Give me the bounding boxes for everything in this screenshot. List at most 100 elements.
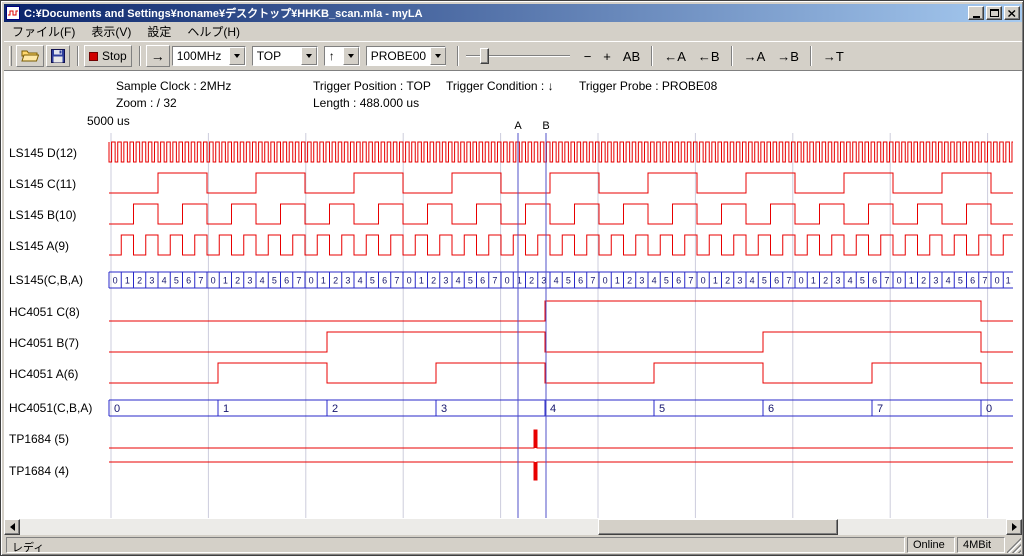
bus-value: 1	[125, 276, 130, 286]
bus-value: 1	[713, 276, 718, 286]
trigger-position-select[interactable]: TOP	[252, 46, 318, 66]
trigger-probe-value: PROBE00	[367, 49, 430, 63]
bus-value: 3	[345, 276, 350, 286]
bus-value: 7	[198, 276, 203, 286]
bus-value: 2	[627, 276, 632, 286]
status-memory-badge: 4MBit	[957, 537, 1005, 553]
bus-value: 0	[701, 276, 706, 286]
bus-value: 7	[394, 276, 399, 286]
signal-trace	[109, 173, 1013, 193]
dropdown-arrow-button[interactable]	[301, 47, 317, 65]
bus-value: 6	[578, 276, 583, 286]
bus-value: 1	[1006, 276, 1011, 286]
goto-trigger-button[interactable]: →T	[817, 45, 850, 67]
waveform-client: Sample Clock : 2MHz Trigger Position : T…	[4, 71, 1022, 519]
trigger-condition-info: Trigger Condition : ↓	[446, 79, 554, 93]
horizontal-scrollbar[interactable]	[4, 519, 1022, 535]
bus-value: 6	[768, 403, 774, 415]
stop-button[interactable]: Stop	[84, 45, 132, 67]
cursor-left-a-button[interactable]: ←A	[658, 45, 692, 67]
bus-value: 4	[456, 276, 461, 286]
bus-value: 0	[505, 276, 510, 286]
open-button[interactable]	[16, 45, 44, 67]
resize-grip[interactable]	[1007, 537, 1021, 553]
cursor-right-a-button[interactable]: →A	[738, 45, 772, 67]
bus-value: 2	[529, 276, 534, 286]
cursor-left-b-button[interactable]: ←B	[692, 45, 726, 67]
scroll-left-button[interactable]	[4, 519, 20, 535]
zoom-out-button[interactable]: −	[578, 45, 598, 67]
dropdown-arrow-button[interactable]	[430, 47, 446, 65]
scroll-right-button[interactable]	[1006, 519, 1022, 535]
menu-settings[interactable]: 設定	[139, 21, 179, 42]
bus-value: 1	[419, 276, 424, 286]
trigger-probe-select[interactable]: PROBE00	[366, 46, 446, 66]
cursor-right-b-button[interactable]: →B	[771, 45, 805, 67]
bus-value: 1	[223, 403, 229, 415]
bus-value: 4	[550, 403, 556, 415]
dropdown-arrow-button[interactable]	[343, 47, 359, 65]
bus-value: 3	[835, 276, 840, 286]
signal-trace	[109, 332, 1013, 352]
bus-value: 5	[272, 276, 277, 286]
bus-value: 0	[113, 276, 118, 286]
waveform-area[interactable]: Sample Clock : 2MHz Trigger Position : T…	[4, 71, 1022, 519]
run-button[interactable]: →	[146, 45, 170, 67]
sample-clock-info: Sample Clock : 2MHz	[116, 79, 231, 93]
bus-value: 3	[639, 276, 644, 286]
menu-help[interactable]: ヘルプ(H)	[179, 21, 248, 42]
bus-value: 7	[590, 276, 595, 286]
minimize-button[interactable]	[968, 6, 984, 20]
bus-value: 7	[492, 276, 497, 286]
zoom-slider-thumb[interactable]	[480, 48, 489, 64]
minimize-icon	[973, 16, 980, 18]
status-online-badge: Online	[907, 537, 955, 553]
zoom-ab-button[interactable]: AB	[617, 45, 646, 67]
app-window: C:¥Documents and Settings¥noname¥デスクトップ¥…	[0, 0, 1024, 556]
signal-trace	[109, 363, 1013, 383]
dropdown-arrow-button[interactable]	[229, 47, 245, 65]
menubar: ファイル(F) 表示(V) 設定 ヘルプ(H)	[4, 22, 1022, 41]
close-button[interactable]	[1004, 6, 1020, 20]
bus-value: 5	[958, 276, 963, 286]
bus-value: 4	[260, 276, 265, 286]
toolbar-separator	[731, 46, 733, 66]
bus-value: 5	[664, 276, 669, 286]
bus-value: 6	[480, 276, 485, 286]
bus-value: 4	[750, 276, 755, 286]
bus-value: 0	[114, 403, 120, 415]
bus-value: 0	[211, 276, 216, 286]
save-button[interactable]	[46, 45, 70, 67]
maximize-button[interactable]	[986, 6, 1002, 20]
bus-value: 5	[370, 276, 375, 286]
bus-value: 4	[554, 276, 559, 286]
bus-value: 2	[137, 276, 142, 286]
channel-label: LS145 C(11)	[9, 177, 76, 191]
bus-value: 7	[786, 276, 791, 286]
bus-value: 6	[774, 276, 779, 286]
bus-value: 7	[296, 276, 301, 286]
scrollbar-thumb[interactable]	[598, 519, 838, 535]
toolbar: Stop → 100MHz TOP ↑ PROBE00 − + AB	[4, 41, 1022, 71]
sample-clock-select[interactable]: 100MHz	[172, 46, 246, 66]
bus-value: 7	[982, 276, 987, 286]
trigger-edge-select[interactable]: ↑	[324, 46, 360, 66]
bus-value: 6	[186, 276, 191, 286]
zoom-in-button[interactable]: +	[597, 45, 617, 67]
titlebar[interactable]: C:¥Documents and Settings¥noname¥デスクトップ¥…	[4, 4, 1022, 22]
bus-value: 7	[688, 276, 693, 286]
trigger-position-info: Trigger Position : TOP	[313, 79, 431, 93]
cursor-label-b: B	[542, 120, 549, 132]
bus-value: 2	[431, 276, 436, 286]
zoom-slider[interactable]	[466, 45, 570, 67]
menu-file[interactable]: ファイル(F)	[4, 21, 83, 42]
bus-value: 0	[986, 403, 992, 415]
bus-value: 5	[762, 276, 767, 286]
channel-label: LS145 B(10)	[9, 208, 76, 222]
timebase-label: 5000 us	[87, 114, 130, 128]
bus-value: 6	[676, 276, 681, 286]
trigger-probe-info: Trigger Probe : PROBE08	[579, 79, 718, 93]
menu-view[interactable]: 表示(V)	[83, 21, 139, 42]
sample-clock-value: 100MHz	[173, 49, 229, 63]
maximize-icon	[990, 9, 999, 17]
